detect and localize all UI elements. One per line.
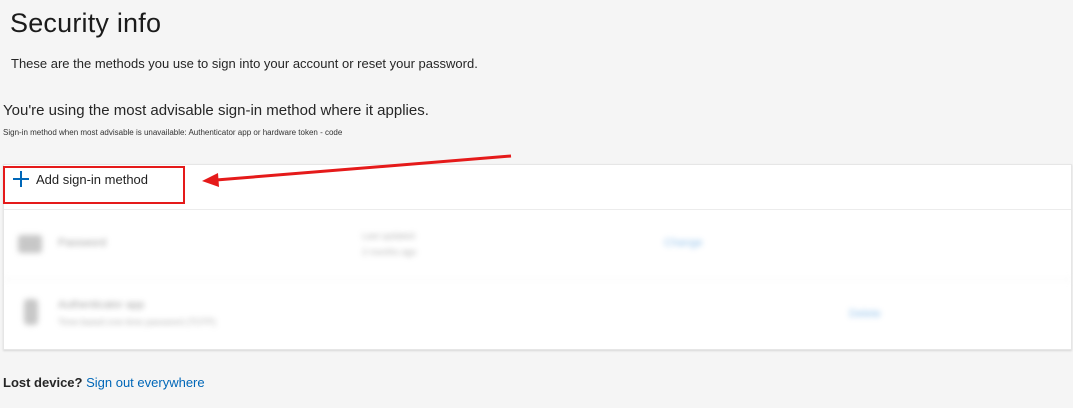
lost-device-label: Lost device? [3, 375, 83, 390]
sign-out-everywhere-link[interactable]: Sign out everywhere [86, 375, 205, 390]
footer: Lost device? Sign out everywhere [3, 375, 205, 390]
annotation-arrow [202, 154, 512, 187]
